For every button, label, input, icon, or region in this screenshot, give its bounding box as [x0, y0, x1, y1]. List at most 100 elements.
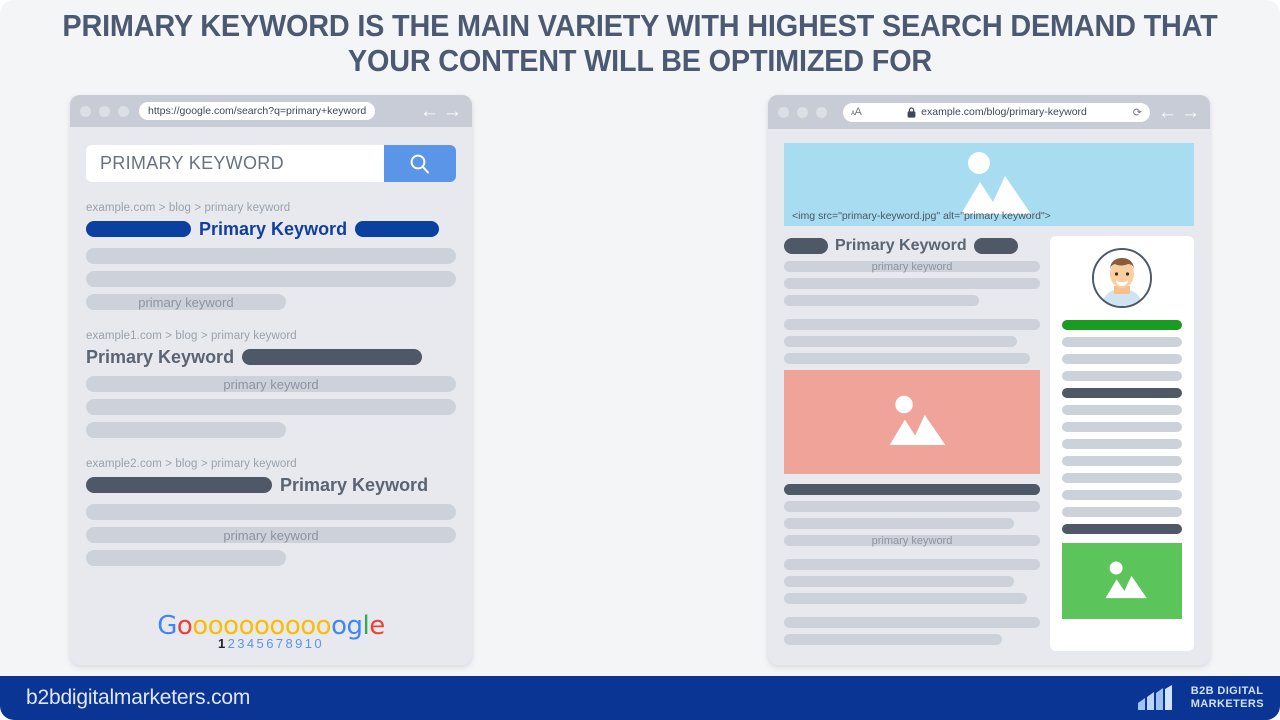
- article-text-line: [784, 501, 1040, 512]
- heading-trail-bar: [973, 237, 1018, 254]
- article-heading: Primary Keyword: [784, 236, 1040, 255]
- result-title-lead-bar: [86, 477, 272, 493]
- page-number-link[interactable]: 5: [257, 636, 267, 651]
- article-text-blocks-bottom: primary keyword: [784, 484, 1040, 645]
- blog-address-bar[interactable]: ᴀA example.com/blog/primary-keyword ⟳: [843, 102, 1150, 122]
- article-text-line: [784, 353, 1030, 364]
- result-title-trail-bar: [355, 221, 440, 237]
- page-number-link[interactable]: 2: [228, 636, 238, 651]
- brand-logo: B2B DIGITAL MARKETERS: [1137, 685, 1264, 711]
- sidebar-bar: [1062, 320, 1182, 330]
- article-text-line: [784, 484, 1040, 495]
- hero-image-placeholder: <img src="primary-keyword.jpg" alt="prim…: [784, 143, 1194, 226]
- sidebar-bar: [1062, 456, 1182, 466]
- result-title-text[interactable]: Primary Keyword: [280, 475, 428, 496]
- article-text-line: [784, 278, 1040, 289]
- forward-arrow-icon[interactable]: →: [443, 102, 462, 121]
- brand-logo-line2: MARKETERS: [1190, 698, 1264, 710]
- page-number-link[interactable]: 10: [305, 636, 324, 651]
- serp-search-row: PRIMARY KEYWORD: [86, 145, 456, 182]
- google-logo-letter: o: [331, 611, 347, 641]
- serp-address-bar[interactable]: https://google.com/search?q=primary+keyw…: [139, 102, 376, 120]
- page-number-current: 1: [217, 636, 228, 651]
- search-result[interactable]: example.com > blog > primary keyword Prim…: [86, 202, 456, 310]
- browser-window-serp: https://google.com/search?q=primary+keyw…: [70, 95, 472, 665]
- heading-lead-bar: [784, 237, 828, 254]
- serp-body: PRIMARY KEYWORD example.com > blog > pri…: [70, 127, 472, 665]
- article-keyword: primary keyword: [871, 534, 953, 547]
- avatar-icon: [1094, 250, 1150, 306]
- breadcrumb: example1.com > blog > primary keyword: [86, 330, 297, 342]
- footer-domain: b2bdigitalmarketers.com: [26, 686, 251, 709]
- window-dot-maximize[interactable]: [816, 106, 827, 118]
- google-logo-letter: o: [176, 611, 193, 641]
- snippet-line: [86, 248, 456, 264]
- result-title-line[interactable]: Primary Keyword: [86, 346, 456, 368]
- google-logo-letter: G: [157, 611, 177, 641]
- window-dot-close[interactable]: [778, 106, 789, 118]
- snippet-line: primary keyword: [86, 376, 456, 392]
- blog-columns: Primary Keyword primary keyword primary …: [784, 236, 1194, 651]
- result-title-lead-bar: [86, 221, 191, 237]
- result-title-line[interactable]: Primary Keyword: [86, 218, 456, 240]
- article-text-line: [784, 295, 979, 306]
- image-placeholder-icon: [889, 395, 946, 446]
- window-dot-minimize[interactable]: [797, 106, 808, 118]
- page-number-link[interactable]: 6: [266, 636, 276, 651]
- forward-arrow-icon[interactable]: →: [1181, 103, 1200, 122]
- breadcrumb: example2.com > blog > primary keyword: [86, 458, 297, 470]
- search-icon: [410, 154, 429, 173]
- reload-icon[interactable]: ⟳: [1133, 106, 1142, 119]
- page-number-link[interactable]: 8: [285, 636, 295, 651]
- sidebar-bar: [1062, 388, 1182, 398]
- hero-image-caption: <img src="primary-keyword.jpg" alt="prim…: [792, 210, 1051, 222]
- blog-sidebar: [1050, 236, 1194, 651]
- google-logo-letter: o: [192, 611, 208, 641]
- result-title-text[interactable]: Primary Keyword: [86, 347, 234, 368]
- search-results-list: example.com > blog > primary keyword Prim…: [86, 202, 456, 566]
- sidebar-bar: [1062, 354, 1182, 364]
- window-dot-minimize[interactable]: [99, 105, 110, 117]
- window-dot-maximize[interactable]: [118, 105, 129, 117]
- snippet-line: [86, 399, 456, 415]
- article-text-line: [784, 319, 1040, 330]
- snippet-keyword: primary keyword: [138, 294, 234, 310]
- text-size-icon[interactable]: ᴀA: [851, 106, 862, 118]
- result-title-line[interactable]: Primary Keyword: [86, 474, 456, 496]
- search-button[interactable]: [384, 145, 456, 182]
- sidebar-bar-list: [1062, 320, 1182, 541]
- blog-body: <img src="primary-keyword.jpg" alt="prim…: [768, 129, 1210, 665]
- search-input[interactable]: PRIMARY KEYWORD: [86, 145, 384, 182]
- search-result[interactable]: example2.com > blog > primary keyword Pri…: [86, 458, 456, 566]
- brand-logo-text: B2B DIGITAL MARKETERS: [1191, 685, 1264, 711]
- article-text-line: [784, 336, 1017, 347]
- sidebar-bar: [1062, 473, 1182, 483]
- window-dot-close[interactable]: [80, 105, 91, 117]
- back-arrow-icon[interactable]: ←: [1158, 103, 1177, 122]
- search-result[interactable]: example1.com > blog > primary keyword Pri…: [86, 330, 456, 438]
- blog-nav-arrows: ← →: [1158, 103, 1200, 122]
- serp-chrome-bar: https://google.com/search?q=primary+keyw…: [70, 95, 472, 127]
- article-heading-text: Primary Keyword: [835, 236, 967, 254]
- article-text-line: [784, 617, 1040, 628]
- blog-chrome-bar: ᴀA example.com/blog/primary-keyword ⟳ ← …: [768, 95, 1210, 129]
- brand-logo-line1: B2B DIGITAL: [1190, 685, 1264, 697]
- serp-pagination: Gooooooooooogle 12345678910: [70, 613, 472, 651]
- sidebar-bar: [1062, 524, 1182, 534]
- sidebar-image-placeholder: [1062, 543, 1182, 619]
- infographic-canvas: PRIMARY KEYWORD IS THE MAIN VARIETY WITH…: [0, 0, 1280, 720]
- sidebar-bar: [1062, 490, 1182, 500]
- avatar: [1092, 248, 1152, 308]
- page-number-link[interactable]: 3: [237, 636, 247, 651]
- article-column: Primary Keyword primary keyword primary …: [784, 236, 1040, 651]
- image-placeholder-icon: [1105, 561, 1147, 599]
- sidebar-bar: [1062, 371, 1182, 381]
- result-title-text[interactable]: Primary Keyword: [199, 219, 347, 240]
- page-number-link[interactable]: 9: [295, 636, 305, 651]
- result-title-trail-bar: [242, 349, 423, 365]
- sidebar-bar: [1062, 439, 1182, 449]
- snippet-keyword: primary keyword: [223, 376, 319, 392]
- back-arrow-icon[interactable]: ←: [420, 102, 439, 121]
- page-number-link[interactable]: 4: [247, 636, 257, 651]
